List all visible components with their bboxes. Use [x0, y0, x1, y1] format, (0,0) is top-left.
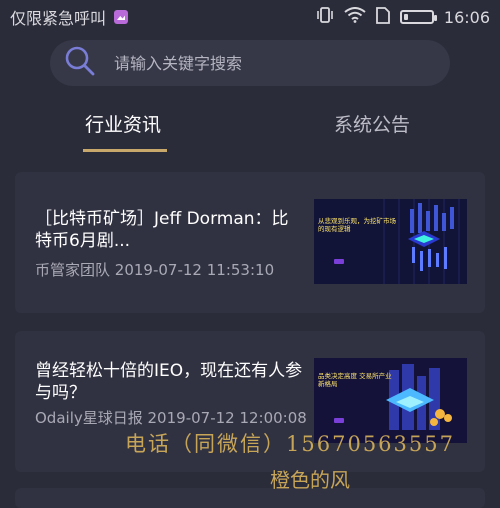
thumbnail-illustration [314, 199, 467, 284]
vibrate-icon [316, 7, 334, 27]
sim-card-icon [375, 6, 390, 28]
article-meta: 币管家团队 2019-07-12 11:53:10 [35, 260, 315, 280]
article-source: Odaily星球日报 [35, 409, 143, 427]
watermark-phone: 电话（同微信）15670563557 [125, 432, 455, 456]
article-thumbnail[interactable]: 从悲观到乐观，为挖矿市场的现有逻辑 [314, 199, 467, 284]
status-bar: 仅限紧急呼叫 16:06 [0, 0, 500, 34]
watermark: 电话（同微信）15670563557 橙色的风 [90, 428, 490, 493]
tab-bar: 行业资讯 系统公告 [0, 100, 500, 152]
article-title: ［比特币矿场］Jeff Dorman：比特币6月剧... [35, 209, 289, 251]
article-source: 币管家团队 [35, 261, 111, 279]
battery-level [403, 14, 408, 20]
article-date: 2019-07-12 11:53:10 [114, 261, 275, 279]
active-tab-indicator [83, 149, 167, 152]
status-left: 仅限紧急呼叫 [10, 5, 129, 29]
tab-industry-news[interactable]: 行业资讯 [85, 110, 161, 137]
article-date: 2019-07-12 12:00:08 [147, 409, 307, 427]
article-title: 曾经轻松十倍的IEO，现在还有人参与吗？ [35, 361, 303, 403]
watermark-signature: 橙色的风 [270, 468, 350, 492]
gallery-notification-icon [114, 10, 129, 24]
thumbnail-caption: 品类决定高度 交易所产业新格局 [318, 372, 392, 388]
article-card[interactable]: ［比特币矿场］Jeff Dorman：比特币6月剧... 币管家团队 2019-… [15, 172, 485, 313]
tab-system-announcements[interactable]: 系统公告 [334, 110, 410, 137]
wifi-icon [344, 7, 366, 27]
carrier-text: 仅限紧急呼叫 [10, 9, 107, 28]
clock-time: 16:06 [443, 7, 490, 27]
thumbnail-caption: 从悲观到乐观，为挖矿市场的现有逻辑 [318, 217, 396, 233]
search-bar[interactable] [50, 40, 450, 86]
status-right: 16:06 [316, 6, 490, 28]
search-icon [64, 45, 96, 81]
search-input[interactable] [112, 52, 416, 74]
battery-icon [399, 10, 437, 24]
article-meta: Odaily星球日报 2019-07-12 12:00:08 [35, 408, 315, 428]
